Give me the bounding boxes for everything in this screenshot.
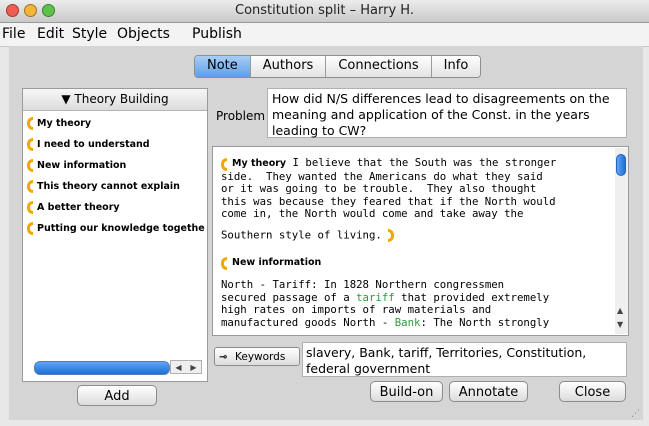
keywords-button[interactable]: ⊸ Keywords xyxy=(214,347,300,366)
tab-authors[interactable]: Authors xyxy=(250,56,327,77)
menu-bar: File Edit Style Objects Publish xyxy=(0,23,649,47)
menu-publish[interactable]: Publish xyxy=(192,26,242,42)
scaffold-item[interactable]: This theory cannot explain xyxy=(23,176,207,197)
menu-style[interactable]: Style xyxy=(72,26,107,42)
tab-note[interactable]: Note xyxy=(195,56,251,77)
tab-connections[interactable]: Connections xyxy=(326,56,432,77)
scaffold-item[interactable]: My theory xyxy=(23,113,207,134)
problem-label: Problem xyxy=(216,109,266,123)
title-bar: Constitution split – Harry H. xyxy=(0,0,649,23)
bracket-icon xyxy=(27,138,33,151)
scaffold-item[interactable]: New information xyxy=(23,155,207,176)
scaffold-item[interactable]: I need to understand xyxy=(23,134,207,155)
note-body[interactable]: My theory I believe that the South was t… xyxy=(212,146,629,336)
bracket-icon xyxy=(27,159,33,172)
bracket-end-icon xyxy=(388,228,395,242)
keyword-link-bank[interactable]: Bank xyxy=(395,316,421,329)
sidebar-scroll-arrows[interactable]: ◀ ▶ xyxy=(170,360,202,374)
menu-objects[interactable]: Objects xyxy=(117,26,170,42)
menu-file[interactable]: File xyxy=(2,26,25,42)
bracket-icon xyxy=(27,201,33,214)
note-paragraph: side. They wanted the Americans do what … xyxy=(221,169,556,221)
scaffold-panel: ▼ Theory Building My theory I need to un… xyxy=(22,88,208,382)
add-button[interactable]: Add xyxy=(77,385,157,406)
scaffold-tag-my-theory[interactable]: My theory xyxy=(221,158,286,171)
close-button[interactable]: Close xyxy=(559,381,626,402)
keywords-field[interactable]: slavery, Bank, tariff, Territories, Cons… xyxy=(302,342,627,377)
key-icon: ⊸ xyxy=(219,352,228,363)
scroll-down-icon[interactable]: ▼ xyxy=(617,320,623,329)
bracket-icon xyxy=(27,180,33,193)
keyword-link-tariff[interactable]: tariff xyxy=(356,291,395,304)
sidebar-horizontal-scrollbar[interactable] xyxy=(34,361,170,375)
scaffold-tag-new-information[interactable]: New information xyxy=(221,257,321,271)
tab-bar: Note Authors Connections Info xyxy=(194,55,482,78)
scroll-left-icon[interactable]: ◀ xyxy=(175,363,181,372)
bracket-icon xyxy=(221,158,227,171)
scaffold-set-header[interactable]: ▼ Theory Building xyxy=(23,89,207,111)
build-on-button[interactable]: Build-on xyxy=(370,381,443,402)
annotate-button[interactable]: Annotate xyxy=(449,381,528,402)
window-title: Constitution split – Harry H. xyxy=(235,3,414,18)
scroll-up-icon[interactable]: ▲ xyxy=(617,306,623,315)
bracket-icon xyxy=(27,222,33,235)
note-vertical-scrollbar[interactable]: ▲ ▼ xyxy=(615,148,628,334)
bracket-icon xyxy=(221,257,227,271)
scroll-thumb[interactable] xyxy=(616,154,626,176)
bracket-icon xyxy=(27,117,33,130)
scroll-right-icon[interactable]: ▶ xyxy=(190,363,196,372)
scaffold-item[interactable]: A better theory xyxy=(23,197,207,218)
tab-info[interactable]: Info xyxy=(431,56,481,77)
resize-grip-icon[interactable]: ⋰ xyxy=(631,409,640,419)
menu-edit[interactable]: Edit xyxy=(37,26,64,42)
scaffold-item[interactable]: Putting our knowledge togethe xyxy=(23,218,207,239)
problem-field[interactable]: How did N/S differences lead to disagree… xyxy=(267,88,627,138)
